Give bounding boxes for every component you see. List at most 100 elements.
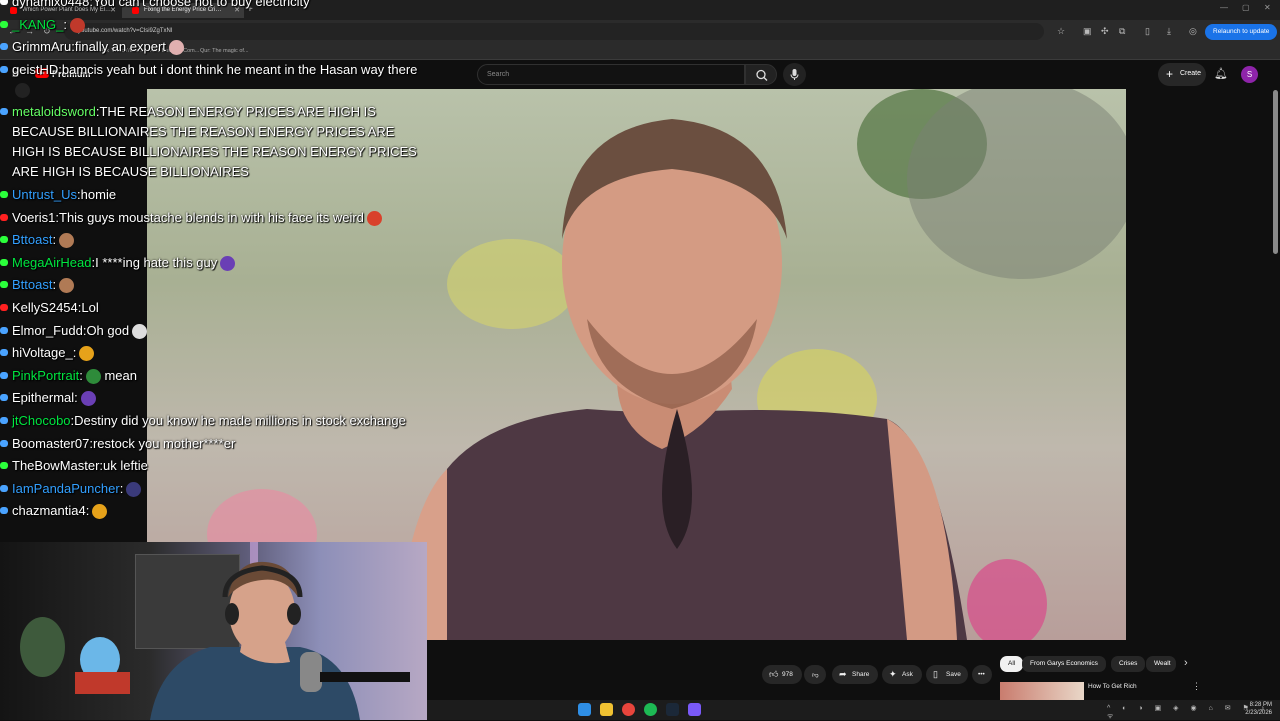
chat-badge-icon — [0, 349, 8, 357]
chat-text: bamcis yeah but i dont think he meant in… — [61, 61, 418, 77]
chat-emote-icon — [79, 346, 95, 362]
chat-username[interactable]: Elmor_Fudd — [12, 323, 83, 338]
chat-message: IamPandaPuncher: — [0, 479, 425, 499]
maximize-icon[interactable]: ▢ — [1242, 3, 1250, 12]
chat-username[interactable]: Bttoast — [12, 232, 52, 247]
bookmark-icon: ▯ — [933, 669, 938, 679]
relaunch-update-button[interactable]: Relaunch to update — [1205, 24, 1278, 40]
chat-badge-icon — [0, 213, 8, 221]
chat-message: Epithermal: — [0, 388, 425, 408]
chat-message: hiVoltage_: — [0, 343, 425, 363]
microphone-icon — [790, 69, 799, 80]
sidebar-icon[interactable]: ▯ — [1145, 26, 1150, 37]
chat-username[interactable]: hiVoltage_ — [12, 345, 73, 360]
chat-message: dynamix0448:You can't choose not to buy … — [0, 0, 425, 12]
download-icon[interactable]: ⤓ — [1167, 26, 1171, 37]
chat-badge-icon — [0, 108, 8, 116]
extension-icon[interactable]: ✣ — [1101, 26, 1109, 37]
save-button[interactable]: ▯ Save — [926, 665, 968, 684]
chat-username[interactable]: Epithermal — [12, 390, 74, 405]
chat-message: Bttoast: — [0, 275, 425, 295]
chat-message: _KANG_: — [0, 15, 425, 35]
webcam-overlay — [0, 542, 427, 720]
chip-from-garys-economics[interactable]: From Garys Economics — [1022, 656, 1106, 672]
windows-start-icon[interactable] — [578, 703, 591, 716]
chat-badge-icon — [0, 484, 8, 492]
chip-wealth[interactable]: Wealt — [1146, 656, 1176, 672]
chat-username[interactable]: metaloidsword — [12, 104, 96, 119]
chat-username[interactable]: Boomaster07 — [12, 436, 89, 451]
ask-label: Ask — [902, 671, 913, 678]
chat-emote-icon — [59, 278, 75, 294]
stream-chat-overlay: dynamix0448:You can't choose not to buy … — [0, 0, 430, 524]
chrome-icon[interactable] — [622, 703, 635, 716]
dislike-button[interactable]: 👎︎ — [804, 665, 826, 684]
chat-username[interactable]: _KANG_ — [12, 17, 63, 32]
more-actions-button[interactable]: ••• — [972, 665, 992, 684]
thumbs-down-icon: 👎︎ — [812, 672, 819, 679]
page-scrollbar[interactable] — [1273, 90, 1278, 254]
close-window-icon[interactable]: ✕ — [1264, 3, 1271, 12]
share-button[interactable]: ➦ Share — [832, 665, 878, 684]
chip-crises[interactable]: Crises — [1111, 656, 1146, 672]
chat-username[interactable]: KellyS2454 — [12, 300, 78, 315]
search-button[interactable] — [745, 64, 777, 85]
minimize-icon[interactable]: — — [1220, 3, 1228, 12]
chat-emote-icon — [80, 391, 96, 407]
chat-username[interactable]: GrimmAru — [12, 39, 71, 54]
chat-username[interactable]: chazmantia4 — [12, 503, 86, 518]
chevron-right-icon[interactable]: › — [1184, 657, 1188, 669]
chat-username[interactable]: Bttoast — [12, 277, 52, 292]
chat-message: PinkPortrait: mean — [0, 366, 425, 386]
chat-text: Oh god — [86, 322, 130, 338]
chat-username[interactable]: MegaAirHead — [12, 255, 92, 270]
thumbs-up-icon: 👍︎ — [769, 669, 779, 679]
clock-time: 8:28 PM — [1249, 702, 1272, 708]
chat-username[interactable]: PinkPortrait — [12, 368, 79, 383]
sparkle-icon: ✦ — [889, 669, 897, 679]
chat-text: You can't choose not to buy electricity — [92, 0, 310, 9]
chat-emote-icon — [168, 40, 184, 56]
chat-username[interactable]: TheBowMaster — [12, 458, 99, 473]
chat-message: Voeris1:This guys moustache blends in wi… — [0, 208, 425, 228]
more-vertical-icon[interactable]: ⋮ — [1192, 681, 1201, 692]
taskbar-clock[interactable]: 8:28 PM 2/23/2026 — [1240, 701, 1272, 717]
like-button[interactable]: 👍︎ 978 — [762, 665, 802, 684]
search-icon — [756, 69, 768, 81]
bookmark-star-icon[interactable]: ☆ — [1057, 26, 1065, 37]
chat-emote-icon — [126, 481, 142, 497]
chat-username[interactable]: geistHD — [12, 62, 58, 77]
chat-username[interactable]: Voeris1 — [12, 210, 55, 225]
recommended-thumbnail[interactable] — [1000, 682, 1084, 700]
search-input[interactable]: Search — [477, 64, 745, 85]
recommended-title[interactable]: How To Get Rich — [1088, 683, 1137, 690]
chat-badge-icon — [0, 439, 8, 447]
chat-badge-icon — [0, 0, 8, 5]
app-icon[interactable] — [688, 703, 701, 716]
chat-badge-icon — [0, 303, 8, 311]
chat-username[interactable]: Untrust_Us — [12, 187, 77, 202]
file-explorer-icon[interactable] — [600, 703, 613, 716]
chat-username[interactable]: IamPandaPuncher — [12, 481, 120, 496]
chat-text: homie — [80, 186, 117, 202]
profile-icon[interactable]: ◎ — [1189, 26, 1197, 37]
right-sidebar — [1126, 89, 1280, 640]
notifications-bell-icon[interactable]: 🔔︎ — [1214, 67, 1228, 80]
voice-search-button[interactable] — [783, 63, 806, 86]
account-avatar[interactable]: S — [1241, 66, 1258, 83]
chat-badge-icon — [0, 326, 8, 334]
ask-button[interactable]: ✦ Ask — [882, 665, 922, 684]
chip-all[interactable]: All — [1000, 656, 1024, 672]
extensions-puzzle-icon[interactable]: ⧉ — [1119, 26, 1125, 37]
more-horizontal-icon: ••• — [978, 671, 985, 678]
chat-badge-icon — [0, 258, 8, 266]
steam-icon[interactable] — [666, 703, 679, 716]
chat-username[interactable]: dynamix0448 — [12, 0, 89, 9]
spotify-icon[interactable] — [644, 703, 657, 716]
chat-text: Lol — [81, 299, 99, 315]
extension-icon[interactable]: ▣ — [1083, 26, 1092, 37]
chat-emote-icon — [366, 210, 382, 226]
chat-emote-icon — [220, 255, 236, 271]
chat-username[interactable]: jtChocobo — [12, 413, 71, 428]
create-button[interactable]: + Create — [1158, 63, 1206, 86]
